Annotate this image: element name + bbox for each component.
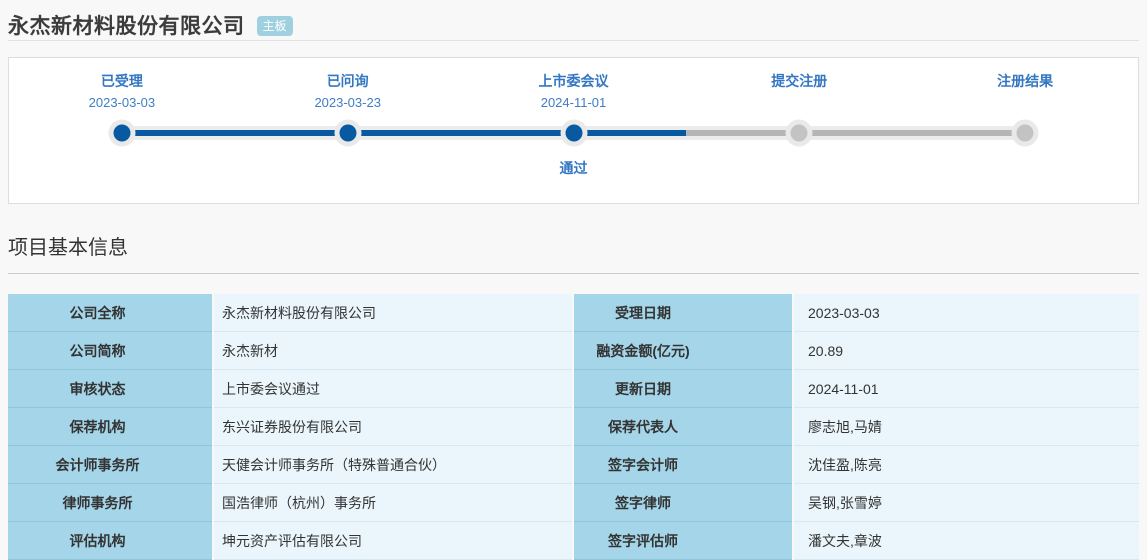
row-value: 潘文夫,章波	[794, 522, 1139, 560]
row-value: 2024-11-01	[794, 370, 1139, 408]
stage-result-note: 通过	[559, 160, 588, 176]
row-value: 天健会计师事务所（特殊普通合伙）	[214, 446, 572, 484]
section-title: 项目基本信息	[8, 231, 1139, 274]
timeline-dot-submit-registration	[790, 124, 808, 142]
timeline-stage-registration-result: 注册结果	[912, 71, 1138, 112]
timeline-stage-inquired: 已问询 2023-03-23	[235, 71, 461, 112]
timeline-note-row: 通过	[9, 149, 1138, 179]
row-label: 会计师事务所	[8, 446, 212, 484]
timeline-stage-committee-meeting: 上市委会议 2024-11-01	[461, 71, 687, 112]
board-badge: 主板	[256, 15, 293, 36]
row-value: 廖志旭,马婧	[794, 408, 1139, 446]
stage-label: 已问询	[326, 73, 369, 89]
row-label: 评估机构	[8, 522, 212, 560]
company-title: 永杰新材料股份有限公司	[8, 14, 245, 38]
track-completed-segment	[121, 130, 687, 136]
timeline-stages: 已受理 2023-03-03 已问询 2023-03-23 上市委会议 2024…	[9, 71, 1138, 112]
timeline-dot-committee-meeting	[565, 124, 582, 142]
timeline-stage-accepted: 已受理 2023-03-03	[9, 71, 235, 112]
timeline-track	[9, 117, 1138, 149]
row-label: 融资金额(亿元)	[574, 332, 792, 370]
track-pending-segment	[686, 130, 1026, 136]
row-label: 更新日期	[574, 370, 792, 408]
stage-label: 已受理	[100, 73, 143, 89]
row-value: 沈佳盈,陈亮	[794, 446, 1139, 484]
stage-label: 上市委会议	[538, 73, 609, 89]
row-label: 公司全称	[8, 294, 212, 332]
timeline-panel: 已受理 2023-03-03 已问询 2023-03-23 上市委会议 2024…	[8, 57, 1139, 204]
timeline-dot-inquired	[339, 124, 357, 142]
stage-date	[686, 93, 912, 112]
stage-label: 注册结果	[997, 73, 1054, 89]
stage-date	[912, 93, 1138, 112]
row-value: 20.89	[794, 332, 1139, 370]
stage-date: 2024-11-01	[540, 95, 607, 110]
stage-date: 2023-03-03	[88, 95, 156, 110]
row-label: 受理日期	[574, 294, 792, 332]
info-table: 公司全称 永杰新材料股份有限公司 受理日期 2023-03-03 公司简称 永杰…	[8, 294, 1139, 560]
row-value: 坤元资产评估有限公司	[214, 522, 572, 560]
row-value: 永杰新材料股份有限公司	[214, 294, 572, 332]
row-value: 上市委会议通过	[214, 370, 572, 408]
timeline-dot-accepted	[113, 124, 131, 142]
row-value: 国浩律师（杭州）事务所	[214, 484, 572, 522]
page: 永杰新材料股份有限公司 主板 已受理 2023-03-03 已问询 2023-0…	[0, 0, 1147, 560]
row-label: 保荐机构	[8, 408, 212, 446]
row-value: 2023-03-03	[794, 294, 1139, 332]
timeline-dot-registration-result	[1016, 124, 1034, 142]
row-label: 公司简称	[8, 332, 212, 370]
row-label: 律师事务所	[8, 484, 212, 522]
row-label: 签字评估师	[574, 522, 792, 560]
row-label: 签字律师	[574, 484, 792, 522]
row-value: 吴钢,张雪婷	[794, 484, 1139, 522]
row-value: 东兴证券股份有限公司	[214, 408, 572, 446]
row-label: 保荐代表人	[574, 408, 792, 446]
title-divider	[8, 40, 1139, 41]
timeline-stage-submit-registration: 提交注册	[686, 71, 912, 112]
page-header: 永杰新材料股份有限公司 主板	[8, 0, 1139, 40]
row-label: 审核状态	[8, 370, 212, 408]
row-label: 签字会计师	[574, 446, 792, 484]
row-value: 永杰新材	[214, 332, 572, 370]
stage-date: 2023-03-23	[314, 95, 381, 110]
stage-label: 提交注册	[771, 73, 828, 89]
